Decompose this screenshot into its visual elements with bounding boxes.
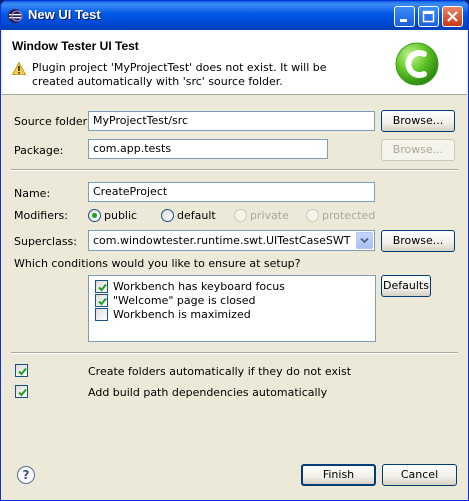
cancel-button[interactable]: Cancel: [382, 464, 457, 486]
defaults-button[interactable]: Defaults: [381, 275, 431, 297]
modifier-private-radio: [234, 209, 247, 222]
minimize-button[interactable]: [394, 6, 415, 27]
modifier-public-label[interactable]: public: [104, 209, 137, 222]
package-field[interactable]: com.app.tests: [88, 139, 328, 159]
conditions-label: Which conditions would you like to ensur…: [14, 257, 301, 270]
superclass-label: Superclass:: [14, 235, 77, 248]
window-title: New UI Test: [28, 7, 101, 22]
source-folder-label: Source folder:: [14, 115, 91, 128]
separator: [11, 352, 458, 354]
modifier-public-radio[interactable]: [88, 209, 101, 222]
checkmark-icon: [18, 367, 27, 376]
eclipse-icon: [8, 9, 23, 23]
checkmark-icon: [98, 283, 107, 292]
combo-dropdown-button[interactable]: [356, 232, 373, 249]
modifier-private-label: private: [250, 209, 289, 222]
close-icon: [447, 11, 458, 22]
modifier-default-radio[interactable]: [161, 209, 174, 222]
minimize-icon: [400, 19, 407, 22]
wizard-title: Window Tester UI Test: [12, 39, 139, 53]
checkmark-icon: [98, 297, 107, 306]
package-label: Package:: [14, 144, 64, 157]
modifiers-label: Modifiers:: [14, 209, 68, 222]
condition-checkbox-welcome[interactable]: [95, 294, 108, 307]
finish-button[interactable]: Finish: [301, 464, 376, 486]
build-path-label[interactable]: Add build path dependencies automaticall…: [88, 386, 327, 399]
create-folders-label[interactable]: Create folders automatically if they do …: [88, 365, 351, 378]
wizard-message: Plugin project 'MyProjectTest' does not …: [32, 61, 327, 88]
condition-label-maximized[interactable]: Workbench is maximized: [113, 308, 251, 321]
help-icon[interactable]: ?: [17, 466, 35, 484]
modifier-default-label[interactable]: default: [177, 209, 216, 222]
superclass-browse-button[interactable]: Browse...: [381, 230, 455, 252]
checkmark-icon: [18, 388, 27, 397]
close-window-button[interactable]: [442, 6, 463, 27]
wizard-header: Window Tester UI Test Plugin project 'My…: [2, 30, 467, 95]
name-label: Name:: [14, 187, 51, 200]
source-folder-field[interactable]: MyProjectTest/src: [88, 111, 375, 131]
title-bar[interactable]: New UI Test: [1, 1, 468, 30]
superclass-value: com.windowtester.runtime.swt.UITestCaseS…: [93, 234, 351, 247]
condition-label-welcome[interactable]: "Welcome" page is closed: [113, 294, 256, 307]
source-folder-browse-button[interactable]: Browse...: [381, 110, 455, 132]
maximize-button[interactable]: [418, 6, 439, 27]
name-field[interactable]: CreateProject: [88, 182, 375, 202]
modifier-protected-label: protected: [322, 209, 376, 222]
windowtester-logo: [395, 42, 439, 86]
dialog-window: New UI Test Window Tester UI Test Plugin…: [0, 0, 469, 501]
condition-checkbox-maximized[interactable]: [95, 308, 108, 321]
package-browse-button[interactable]: Browse...: [381, 139, 455, 161]
conditions-list[interactable]: Workbench has keyboard focus "Welcome" p…: [88, 275, 376, 342]
maximize-icon: [422, 10, 435, 23]
separator: [11, 169, 458, 171]
modifier-protected-radio: [306, 209, 319, 222]
create-folders-checkbox[interactable]: [15, 364, 28, 377]
condition-label-focus[interactable]: Workbench has keyboard focus: [113, 280, 285, 293]
chevron-down-icon: [360, 237, 369, 244]
superclass-combo[interactable]: com.windowtester.runtime.swt.UITestCaseS…: [88, 230, 375, 251]
condition-checkbox-focus[interactable]: [95, 280, 108, 293]
build-path-checkbox[interactable]: [15, 385, 28, 398]
warning-icon: [12, 62, 26, 75]
